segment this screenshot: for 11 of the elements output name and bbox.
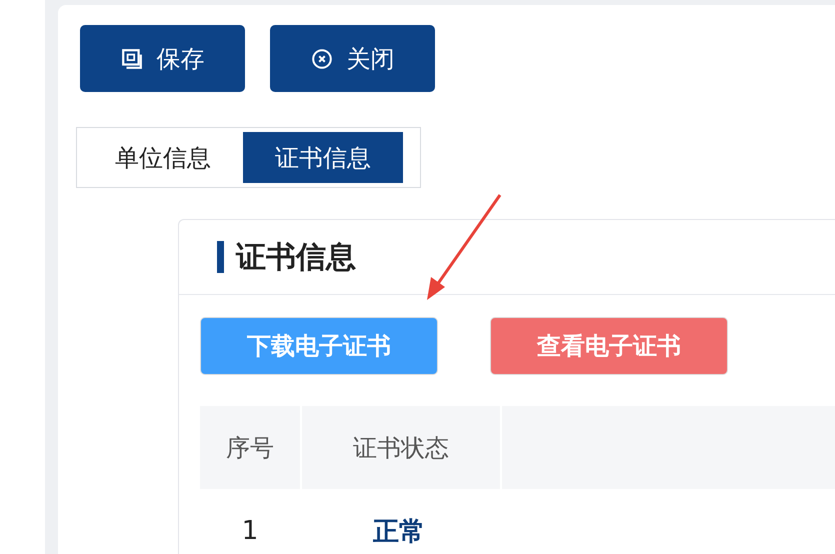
title-marker — [217, 241, 224, 273]
column-header: 证书状态 — [302, 406, 502, 489]
save-icon — [120, 48, 142, 70]
tab[interactable]: 证书信息 — [243, 132, 403, 183]
table-cell-text: 1 — [240, 515, 260, 548]
save-button[interactable]: 保存 — [80, 25, 245, 92]
close-button[interactable]: 关闭 — [270, 25, 435, 92]
table-cell-text: 正常 — [372, 516, 426, 548]
section-title: 证书信息 — [236, 238, 356, 276]
column-header: 序号 — [200, 406, 302, 489]
close-icon — [310, 48, 332, 70]
